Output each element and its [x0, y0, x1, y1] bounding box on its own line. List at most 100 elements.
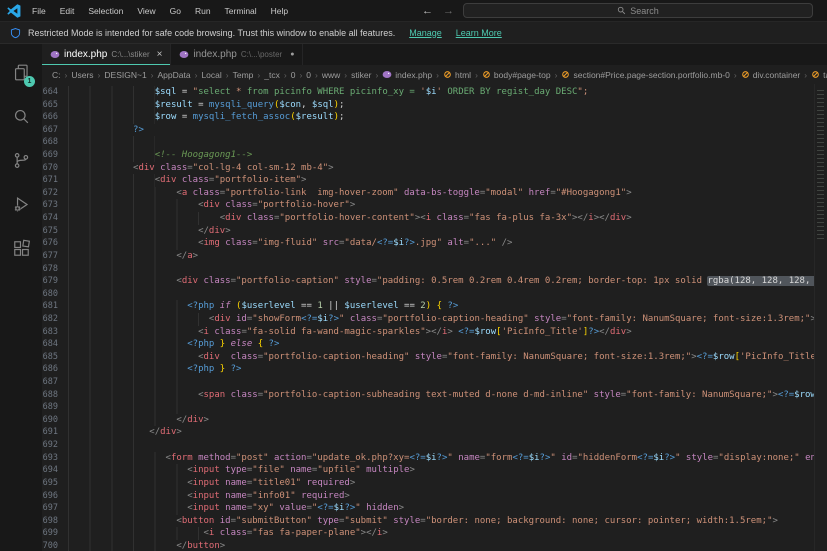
breadcrumb-item[interactable]: Local	[201, 70, 221, 80]
restricted-mode-banner: Restricted Mode is intended for safe cod…	[0, 22, 827, 44]
breadcrumb-item[interactable]: body#page-top	[482, 70, 551, 80]
breadcrumb-label: stiker	[351, 70, 371, 80]
indent-guides	[68, 389, 198, 402]
breadcrumb-item[interactable]: ta	[811, 70, 827, 80]
menu-help[interactable]: Help	[264, 0, 295, 22]
breadcrumb-separator: ›	[226, 70, 229, 80]
code-line: 670<div class="col-lg-4 col-sm-12 mb-4">	[42, 162, 827, 175]
code-line: 699<i class="fas fa-paper-plane"></i>	[42, 527, 827, 540]
breadcrumb-label: Temp	[233, 70, 254, 80]
history-back-button[interactable]: ←	[417, 5, 438, 17]
code-line: 679<div class="portfolio-caption" style=…	[42, 275, 827, 288]
activity-run-debug-button[interactable]	[0, 182, 42, 226]
breadcrumb-label: _tcx	[264, 70, 280, 80]
breadcrumb-item[interactable]: _tcx	[264, 70, 280, 80]
modified-dot-icon[interactable]: ●	[290, 51, 294, 58]
search-icon	[12, 107, 31, 126]
breadcrumb-item[interactable]: DESIGN~1	[104, 70, 146, 80]
menu-terminal[interactable]: Terminal	[218, 0, 264, 22]
breadcrumb-item[interactable]: AppData	[158, 70, 191, 80]
editor-tab-1[interactable]: index.phpC:\...\poster●	[171, 44, 303, 65]
banner-message: Restricted Mode is intended for safe cod…	[28, 28, 395, 38]
line-number: 670	[42, 162, 68, 175]
code-text: <?php } ?>	[187, 363, 241, 376]
breadcrumb-item[interactable]: Temp	[233, 70, 254, 80]
code-line: 677</a>	[42, 250, 827, 263]
menu-go[interactable]: Go	[163, 0, 188, 22]
tab-bar: index.phpC:\...\stiker×index.php C:\...\p…	[42, 44, 827, 65]
indent-guides	[68, 136, 155, 149]
history-forward-button[interactable]: →	[438, 5, 459, 17]
breadcrumb-item[interactable]: section#Price.page-section.portfolio.mb-…	[561, 70, 729, 80]
line-number: 672	[42, 187, 68, 200]
breadcrumb-item[interactable]: Users	[71, 70, 93, 80]
learn-more-link[interactable]: Learn More	[456, 28, 502, 38]
line-number: 665	[42, 99, 68, 112]
symbol-icon	[482, 70, 491, 79]
menu-run[interactable]: Run	[188, 0, 218, 22]
breadcrumb-item[interactable]: 0	[306, 70, 311, 80]
breadcrumb-item[interactable]: div.container	[741, 70, 801, 80]
breadcrumb-item[interactable]: html	[443, 70, 471, 80]
breadcrumb-item[interactable]: index.php	[382, 70, 432, 80]
symbol-icon	[443, 70, 452, 79]
menu-file[interactable]: File	[25, 0, 53, 22]
breadcrumb-label: Users	[71, 70, 93, 80]
code-line: 691</div>	[42, 426, 827, 439]
tab-file-name: index.php	[64, 49, 107, 60]
code-text: </div>	[198, 225, 231, 238]
code-line: 686<?php } ?>	[42, 363, 827, 376]
breadcrumb-separator: ›	[375, 70, 378, 80]
activity-extensions-button[interactable]	[0, 226, 42, 270]
manage-link[interactable]: Manage	[409, 28, 442, 38]
code-text: <i class="fa-solid fa-wand-magic-sparkle…	[198, 326, 632, 339]
indent-guides	[68, 237, 198, 250]
indent-guides	[68, 414, 176, 427]
line-number: 688	[42, 389, 68, 402]
close-tab-icon[interactable]: ×	[157, 49, 163, 60]
code-text: <div class="portfolio-hover-content"><i …	[220, 212, 632, 225]
breadcrumb-item[interactable]: stiker	[351, 70, 371, 80]
global-search-box[interactable]: Search	[463, 3, 813, 18]
breadcrumb-separator: ›	[195, 70, 198, 80]
activity-explorer-button[interactable]: 1	[0, 50, 42, 94]
activity-bar: 1	[0, 44, 42, 551]
breadcrumb-item[interactable]: C:	[52, 70, 61, 80]
editor-tab-0[interactable]: index.phpC:\...\stiker×	[42, 44, 171, 65]
breadcrumb-separator: ›	[257, 70, 260, 80]
line-number: 694	[42, 464, 68, 477]
breadcrumb-label: 0	[291, 70, 296, 80]
menu-view[interactable]: View	[130, 0, 162, 22]
line-number: 673	[42, 199, 68, 212]
menu-edit[interactable]: Edit	[53, 0, 82, 22]
indent-guides	[68, 99, 155, 112]
minimap[interactable]	[814, 84, 827, 551]
menu-selection[interactable]: Selection	[81, 0, 130, 22]
breadcrumb-item[interactable]: www	[322, 70, 340, 80]
explorer-badge: 1	[24, 76, 35, 87]
activity-source-control-button[interactable]	[0, 138, 42, 182]
code-line: 675</div>	[42, 225, 827, 238]
code-line: 688<span class="portfolio-caption-subhea…	[42, 389, 827, 402]
main-area: 1 index.phpC:\...\stiker×index.phpC:\...…	[0, 44, 827, 551]
indent-guides	[68, 263, 176, 276]
code-text: $sql = "select * from picinfo WHERE pici…	[155, 86, 589, 99]
indent-guides	[68, 439, 149, 452]
indent-guides	[68, 502, 187, 515]
code-text: <input name="xy" value="<?=$i?>" hidden>	[187, 502, 404, 515]
minimap-marks	[817, 90, 824, 240]
indent-guides	[68, 174, 155, 187]
indent-guides	[68, 452, 166, 465]
breadcrumb-item[interactable]: 0	[291, 70, 296, 80]
line-number: 683	[42, 326, 68, 339]
indent-guides	[68, 124, 133, 137]
code-editor[interactable]: 664$sql = "select * from picinfo WHERE p…	[42, 84, 827, 551]
breadcrumb-label: html	[455, 70, 471, 80]
tab-file-path: C:\...\poster	[241, 50, 282, 59]
git-branch-icon	[12, 151, 31, 170]
code-text: $row = mysqli_fetch_assoc($result);	[155, 111, 345, 124]
code-text: $result = mysqli_query($con, $sql);	[155, 99, 345, 112]
selection-highlight: rgba(128, 128, 128, 0.2)	[707, 276, 827, 286]
line-number: 681	[42, 300, 68, 313]
activity-search-button[interactable]	[0, 94, 42, 138]
